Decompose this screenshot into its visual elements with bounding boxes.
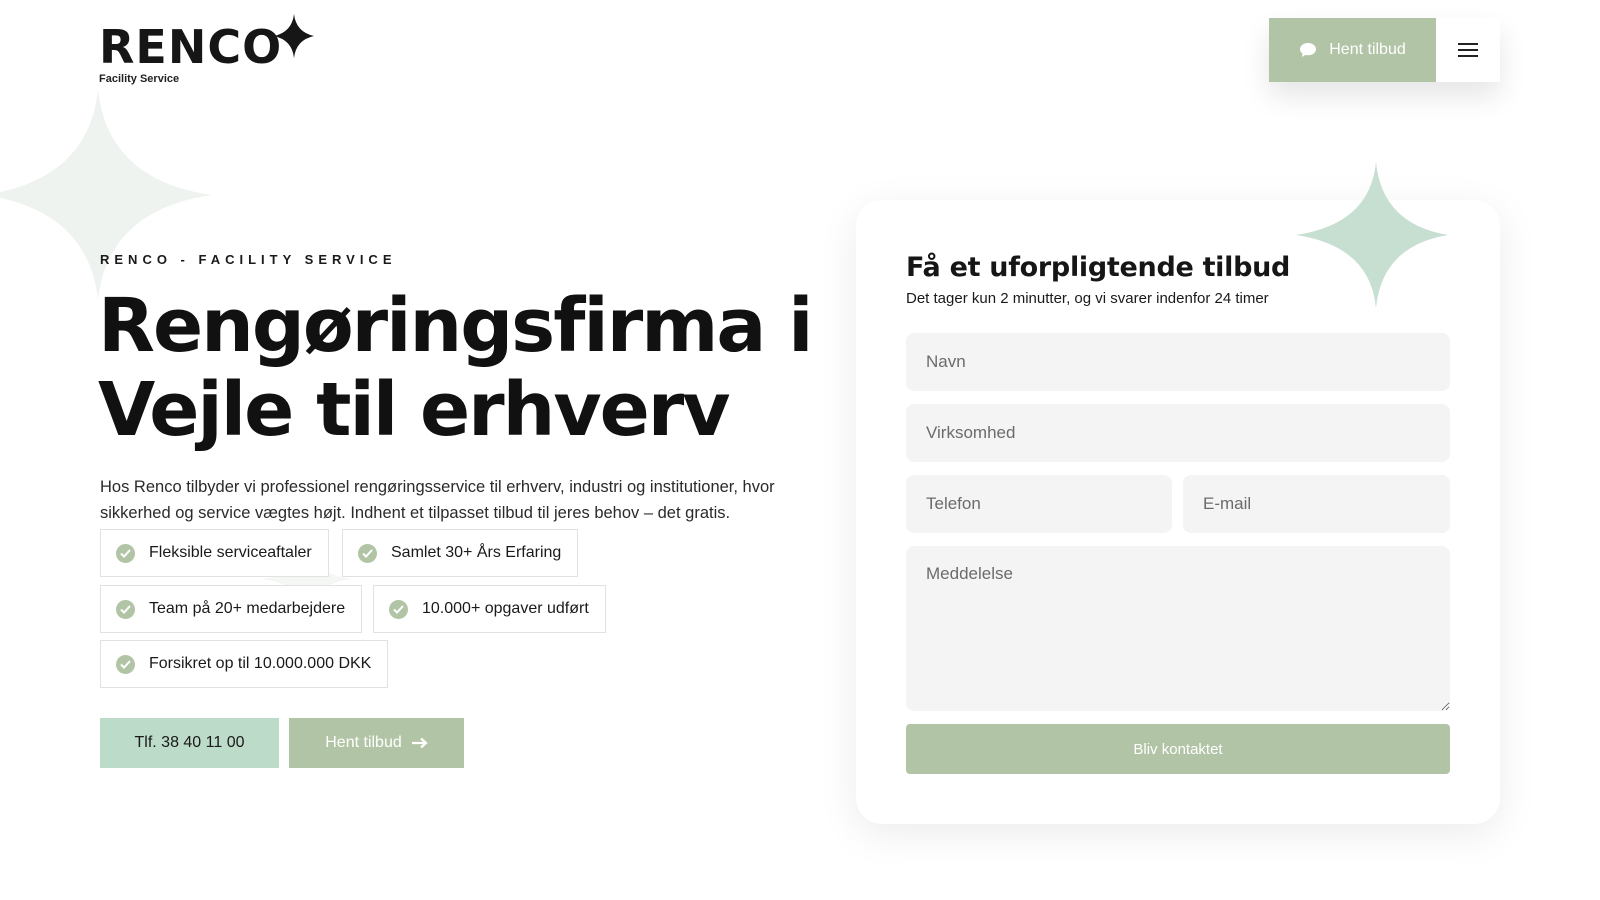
feature-label: Fleksible serviceaftaler — [149, 544, 312, 561]
header-quote-label: Hent tilbud — [1329, 41, 1406, 58]
phone-button[interactable]: Tlf. 38 40 11 00 — [100, 718, 279, 768]
check-icon — [389, 599, 408, 619]
feature-label: Forsikret op til 10.000.000 DKK — [149, 655, 372, 672]
phone-field[interactable] — [906, 475, 1172, 533]
feature-label: Samlet 30+ Års Erfaring — [391, 544, 562, 561]
check-icon — [116, 654, 135, 674]
logo-tagline: Facility Service — [99, 73, 180, 85]
feature-badge: 10.000+ opgaver udført — [373, 585, 606, 633]
check-icon — [358, 543, 377, 563]
check-icon — [116, 599, 135, 619]
name-field[interactable] — [906, 333, 1450, 391]
chat-bubble-icon — [1300, 43, 1317, 57]
hero-quote-button[interactable]: Hent tilbud — [289, 718, 464, 768]
form-subtitle: Det tager kun 2 minutter, og vi svarer i… — [906, 290, 1269, 307]
check-icon — [116, 543, 135, 563]
renco-logo[interactable]: RENCO Facility Service — [99, 14, 319, 90]
feature-label: Team på 20+ medarbejdere — [149, 600, 346, 617]
hamburger-menu-icon — [1458, 43, 1478, 57]
arrow-right-icon — [411, 737, 428, 749]
hero-eyebrow: RENCO - FACILITY SERVICE — [100, 252, 397, 267]
feature-badge: Samlet 30+ Års Erfaring — [342, 529, 579, 577]
hero-description: Hos Renco tilbyder vi professionel rengø… — [100, 478, 775, 522]
feature-label: 10.000+ opgaver udført — [422, 600, 589, 617]
email-field[interactable] — [1183, 475, 1450, 533]
sparkle-decoration-large — [0, 90, 212, 300]
feature-badge: Forsikret op til 10.000.000 DKK — [100, 640, 389, 688]
hero-title: Rengøringsfirma i Vejle til erhverv — [98, 283, 813, 453]
logo-star-icon — [274, 14, 314, 58]
feature-badge: Team på 20+ medarbejdere — [100, 585, 363, 633]
menu-button[interactable] — [1436, 18, 1500, 82]
company-field[interactable] — [906, 404, 1450, 462]
logo-wordmark: RENCO — [99, 20, 283, 74]
form-title: Få et uforpligtende tilbud — [906, 252, 1291, 283]
submit-button[interactable]: Bliv kontaktet — [906, 724, 1450, 774]
hero-quote-label: Hent tilbud — [325, 734, 402, 751]
feature-badge: Fleksible serviceaftaler — [100, 529, 329, 577]
header-quote-button[interactable]: Hent tilbud — [1269, 18, 1436, 82]
sparkle-decoration-card — [1296, 162, 1448, 308]
header-actions: Hent tilbud — [1269, 18, 1500, 82]
message-field[interactable] — [906, 546, 1450, 711]
